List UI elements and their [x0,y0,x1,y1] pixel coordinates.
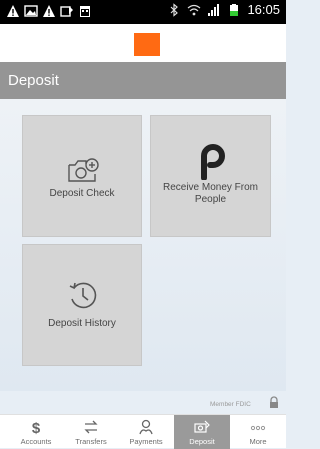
image-icon [24,5,38,17]
brand-logo [134,33,160,56]
deposit-check-tile[interactable]: Deposit Check [22,115,142,237]
svg-text:$: $ [32,420,41,435]
lock-icon [270,396,278,408]
transfer-icon [84,420,98,434]
fdic-notice: Member FDIC [210,401,251,408]
upload-icon [60,6,73,17]
camera-plus-icon [68,158,99,182]
wifi-icon [188,4,201,15]
battery-icon [230,3,239,16]
warning-icon-2 [43,5,55,17]
tile-label: Deposit History [48,318,116,329]
nav-payments[interactable]: Payments [118,415,174,449]
system-icons: 16:05 [167,2,280,17]
status-bar: 16:05 [0,0,286,24]
nav-more[interactable]: More [230,415,286,449]
deposit-icon [194,420,210,433]
bottom-nav: $ Accounts Transfers Payments Deposit Mo… [0,414,286,449]
page-title: Deposit [8,72,59,89]
clock: 16:05 [247,2,280,17]
signal-icon [208,3,220,16]
p-logo-icon [201,144,225,180]
nav-transfers[interactable]: Transfers [63,415,119,449]
nav-label: Accounts [20,437,52,446]
tile-label: Receive Money From People [162,182,259,205]
warning-icon [7,5,19,17]
calendar-icon [80,6,90,17]
dollar-icon: $ [32,420,41,435]
nav-label: Deposit [189,437,215,446]
more-icon [250,425,266,431]
title-bar: Deposit [0,62,286,99]
nav-label: Transfers [75,437,107,446]
tile-label: Deposit Check [49,188,115,199]
deposit-history-tile[interactable]: Deposit History [22,244,142,366]
notification-icons [6,4,92,18]
nav-accounts[interactable]: $ Accounts [8,415,64,449]
receive-money-tile[interactable]: Receive Money From People [150,115,271,237]
nav-label: Payments [129,437,163,446]
bluetooth-icon [171,2,179,17]
nav-deposit[interactable]: Deposit [174,415,230,449]
history-icon [69,282,97,309]
nav-label: More [249,437,267,446]
payments-icon [139,419,153,435]
